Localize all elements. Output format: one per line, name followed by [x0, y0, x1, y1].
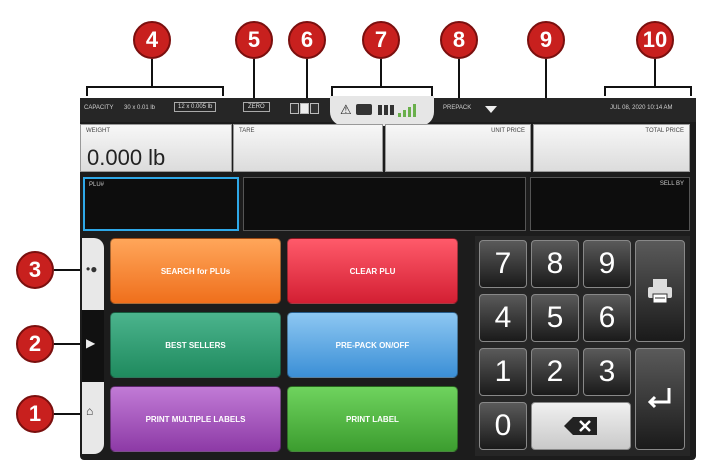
weighing-display: WEIGHT 0.000 lb TARE UNIT PRICE TOTAL PR… — [80, 124, 696, 174]
callout-8: 8 — [440, 21, 478, 59]
range-indicator-2 — [300, 103, 309, 114]
key-6[interactable]: 6 — [583, 294, 631, 342]
signal-icon — [398, 103, 422, 117]
datetime: JUL 08, 2020 10:14 AM — [610, 105, 673, 111]
unit-price-panel: UNIT PRICE — [385, 124, 531, 172]
status-icons-tab: ⚠ — [330, 96, 434, 126]
grid-icon — [378, 105, 394, 115]
callout-9: 9 — [527, 21, 565, 59]
callout-6: 6 — [288, 21, 326, 59]
leader-7-bracket — [331, 86, 433, 88]
clear-plu-button[interactable]: CLEAR PLU — [287, 238, 458, 304]
callout-1: 1 — [16, 395, 54, 433]
best-sellers-button[interactable]: BEST SELLERS — [110, 312, 281, 378]
weight-panel: WEIGHT 0.000 lb — [80, 124, 232, 172]
leader-4-left — [86, 86, 88, 96]
plu-label: PLU# — [89, 182, 105, 188]
total-price-panel: TOTAL PRICE — [533, 124, 690, 172]
scan-icon[interactable]: •● — [86, 262, 97, 276]
enter-key[interactable] — [635, 348, 685, 450]
leader-10-left — [604, 86, 606, 96]
key-8[interactable]: 8 — [531, 240, 579, 288]
plu-input[interactable]: PLU# — [83, 177, 239, 231]
range-indicator-1 — [290, 103, 299, 114]
backspace-key[interactable] — [531, 402, 631, 450]
leader-5 — [253, 59, 255, 101]
leader-7-left — [331, 86, 333, 96]
callout-5: 5 — [235, 21, 273, 59]
printer-icon — [648, 279, 672, 304]
leader-10 — [654, 59, 656, 87]
callout-2: 2 — [16, 325, 54, 363]
enter-icon — [647, 388, 671, 409]
prepack-toggle-button[interactable]: PRE-PACK ON/OFF — [287, 312, 458, 378]
print-key[interactable] — [635, 240, 685, 342]
prepack-dropdown-icon[interactable] — [485, 106, 497, 113]
leader-4-right — [222, 86, 224, 96]
leader-10-bracket — [604, 86, 692, 88]
key-5[interactable]: 5 — [531, 294, 579, 342]
leader-4-bracket — [86, 86, 224, 88]
leader-8 — [458, 59, 460, 101]
backspace-icon — [564, 417, 597, 435]
sell-by-panel: SELL BY — [530, 177, 690, 231]
callout-7: 7 — [362, 21, 400, 59]
plu-row: PLU# SELL BY — [80, 177, 696, 233]
tare-panel[interactable]: TARE — [233, 124, 383, 172]
leader-10-right — [690, 86, 692, 96]
leader-9 — [545, 59, 547, 101]
plu-description-panel — [243, 177, 526, 231]
capacity-value: 30 x 0.01 lb — [124, 105, 156, 111]
callout-3: 3 — [16, 251, 54, 289]
key-0[interactable]: 0 — [479, 402, 527, 450]
unit-price-label: UNIT PRICE — [491, 128, 525, 134]
weight-value: 0.000 lb — [87, 145, 166, 170]
sell-by-label: SELL BY — [659, 181, 684, 187]
callout-10: 10 — [636, 21, 674, 59]
home-icon[interactable]: ⌂ — [86, 404, 93, 418]
leader-4 — [151, 59, 153, 87]
weight-label: WEIGHT — [86, 128, 110, 134]
callout-4: 4 — [133, 21, 171, 59]
printer-icon[interactable] — [356, 104, 372, 115]
key-4[interactable]: 4 — [479, 294, 527, 342]
leader-7-right — [431, 86, 433, 96]
warning-icon[interactable]: ⚠ — [340, 102, 352, 118]
zero-indicator: ZERO — [243, 102, 270, 112]
leader-7 — [380, 59, 382, 87]
capacity-secondary: 12 x 0.005 lb — [174, 102, 217, 112]
total-price-label: TOTAL PRICE — [645, 128, 684, 134]
print-multiple-labels-button[interactable]: PRINT MULTIPLE LABELS — [110, 386, 281, 452]
prepack-label: PREPACK — [443, 105, 472, 111]
key-9[interactable]: 9 — [583, 240, 631, 288]
numeric-keypad: 7 8 9 4 5 6 1 2 3 0 — [475, 236, 690, 456]
key-7[interactable]: 7 — [479, 240, 527, 288]
leader-6 — [306, 59, 308, 101]
key-2[interactable]: 2 — [531, 348, 579, 396]
tare-label: TARE — [239, 128, 255, 134]
search-plus-button[interactable]: SEARCH for PLUs — [110, 238, 281, 304]
range-indicator-3 — [310, 103, 319, 114]
key-3[interactable]: 3 — [583, 348, 631, 396]
capacity-label: CAPACITY — [84, 105, 114, 111]
key-1[interactable]: 1 — [479, 348, 527, 396]
print-label-button[interactable]: PRINT LABEL — [287, 386, 458, 452]
expand-arrow-icon[interactable]: ▶ — [86, 336, 95, 350]
